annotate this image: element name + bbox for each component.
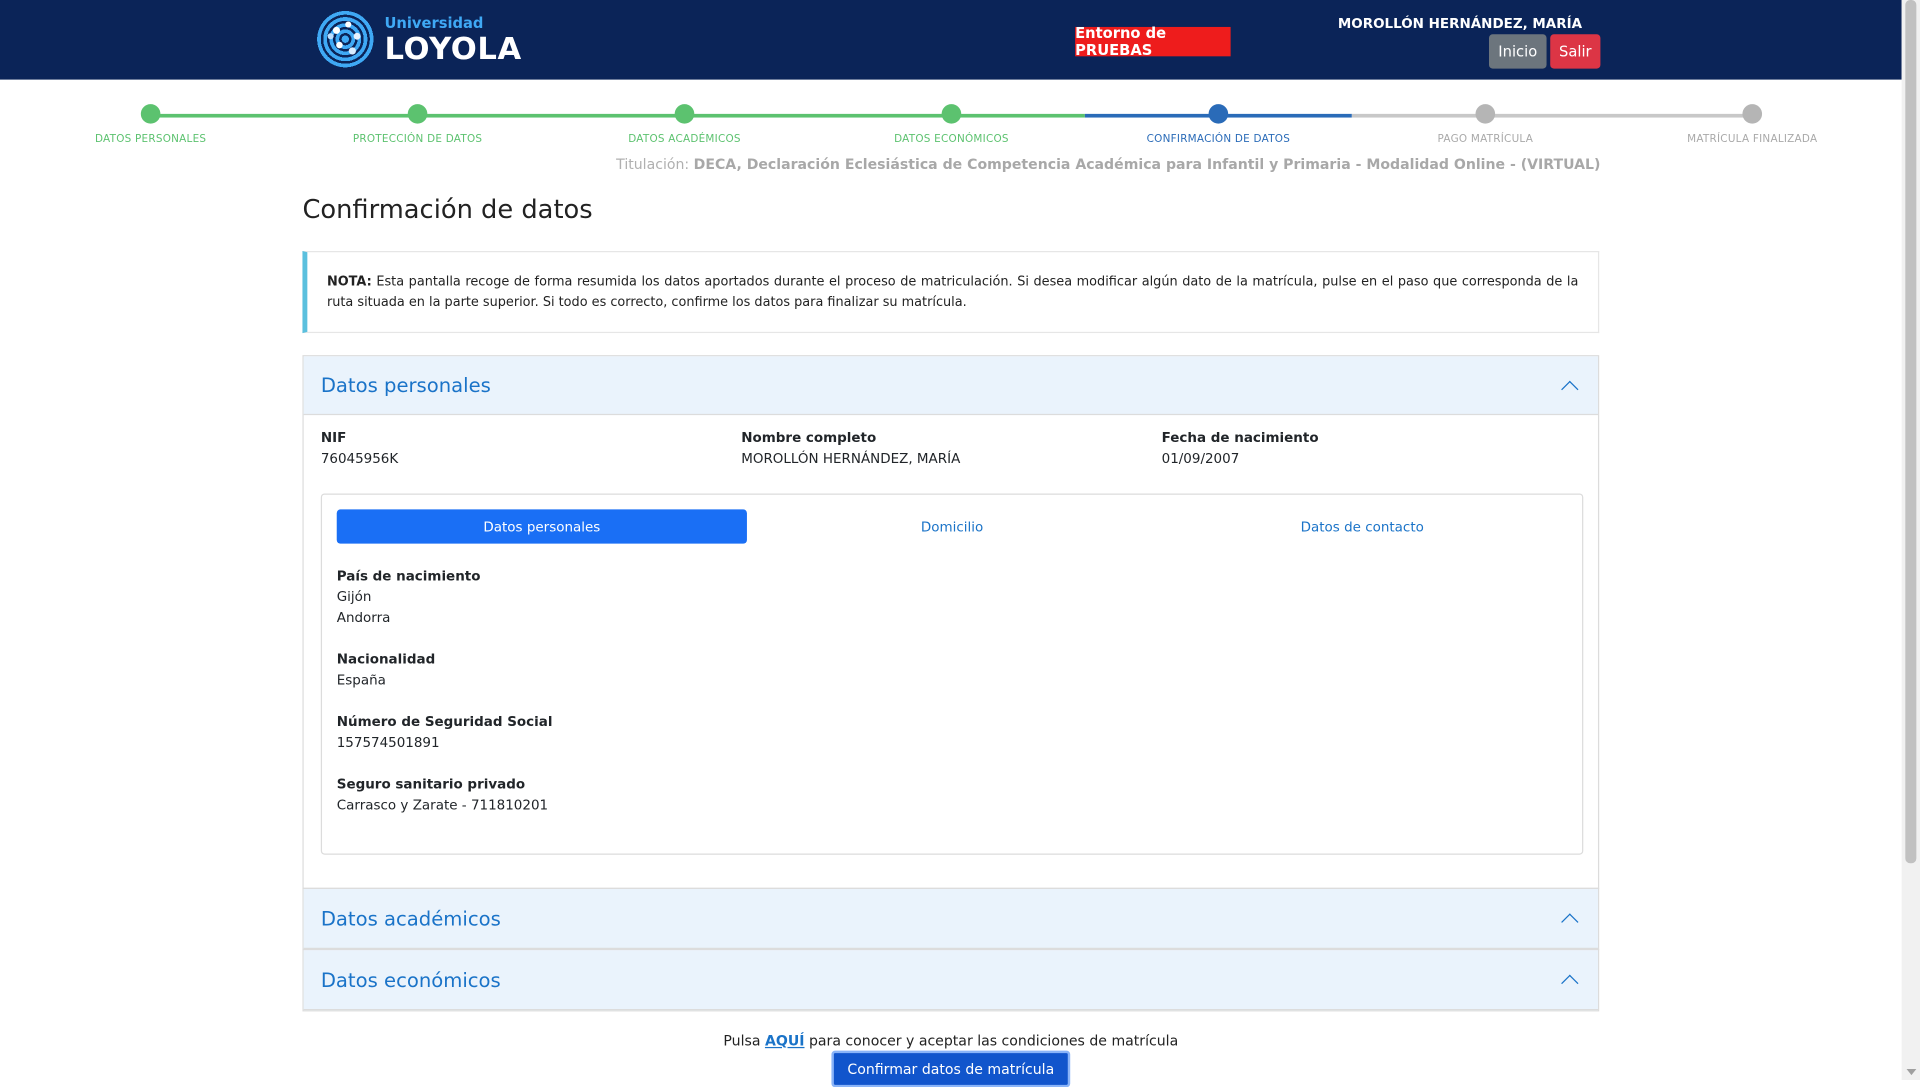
step-matricula-finalizada: MATRÍCULA FINALIZADA bbox=[1630, 103, 1875, 146]
academic-data-title: Datos académicos bbox=[320, 906, 501, 931]
tab-datos-contacto[interactable]: Datos de contacto bbox=[1157, 509, 1567, 543]
chevron-up-icon bbox=[1561, 913, 1579, 931]
nss-label: Número de Seguridad Social bbox=[336, 713, 553, 730]
note-label: NOTA: bbox=[326, 274, 372, 289]
step-confirmacion-datos[interactable]: CONFIRMACIÓN DE DATOS bbox=[1096, 103, 1341, 146]
vertical-scrollbar[interactable] bbox=[1901, 0, 1920, 1081]
step-dot bbox=[407, 104, 428, 124]
scrollbar-thumb[interactable] bbox=[1905, 0, 1917, 864]
chevron-up-icon bbox=[1561, 380, 1579, 398]
personal-data-card: Datos personales NIF 76045956K Nombre co… bbox=[302, 355, 1600, 889]
step-dot bbox=[1475, 104, 1496, 124]
environment-badge: Entorno de PRUEBAS bbox=[1075, 24, 1231, 59]
conditions-post: para conocer y aceptar las condiciones d… bbox=[804, 1032, 1179, 1050]
seguro-value: Carrasco y Zarate - 711810201 bbox=[336, 797, 549, 814]
user-name: MOROLLÓN HERNÁNDEZ, MARÍA bbox=[1337, 15, 1583, 32]
logo-big-text: LOYOLA bbox=[384, 30, 522, 66]
academic-data-header[interactable]: Datos académicos bbox=[303, 888, 1598, 949]
step-label: DATOS ACADÉMICOS bbox=[628, 133, 741, 146]
pais-nacimiento-label: País de nacimiento bbox=[336, 568, 481, 585]
titulacion-value: DECA, Declaración Eclesiástica de Compet… bbox=[693, 155, 1601, 173]
step-label: DATOS PERSONALES bbox=[94, 133, 207, 146]
conditions-pre: Pulsa bbox=[723, 1032, 765, 1050]
salir-button[interactable]: Salir bbox=[1550, 34, 1601, 69]
step-dot bbox=[941, 104, 962, 124]
step-dot bbox=[140, 104, 161, 124]
economic-data-card: Datos económicos bbox=[302, 948, 1600, 1012]
inicio-button[interactable]: Inicio bbox=[1488, 34, 1547, 69]
scroll-down-arrow-icon[interactable] bbox=[1906, 1068, 1917, 1076]
globe-logo-icon bbox=[315, 9, 375, 69]
page-title: Confirmación de datos bbox=[302, 194, 593, 225]
logo-small-text: Universidad bbox=[384, 14, 484, 32]
step-dot bbox=[1742, 104, 1763, 124]
step-label: CONFIRMACIÓN DE DATOS bbox=[1146, 133, 1291, 146]
full-name-label: Nombre completo bbox=[741, 429, 877, 446]
economic-data-title: Datos económicos bbox=[320, 967, 501, 992]
step-label: PAGO MATRÍCULA bbox=[1437, 133, 1534, 146]
nacionalidad-label: Nacionalidad bbox=[336, 651, 436, 668]
seguro-label: Seguro sanitario privado bbox=[336, 776, 526, 793]
conditions-link[interactable]: AQUÍ bbox=[765, 1032, 805, 1049]
personal-data-title: Datos personales bbox=[320, 373, 491, 397]
tab-bar: Datos personales Domicilio Datos de cont… bbox=[336, 509, 1568, 544]
step-datos-academicos[interactable]: DATOS ACADÉMICOS bbox=[562, 103, 807, 146]
step-proteccion-datos[interactable]: PROTECCIÓN DE DATOS bbox=[295, 103, 540, 146]
step-dot bbox=[1208, 104, 1229, 124]
step-datos-personales[interactable]: DATOS PERSONALES bbox=[28, 103, 273, 146]
step-datos-economicos[interactable]: DATOS ECONÓMICOS bbox=[829, 103, 1074, 146]
nss-value: 157574501891 bbox=[336, 734, 440, 751]
conditions-text: Pulsa AQUÍ para conocer y aceptar las co… bbox=[0, 1032, 1902, 1049]
top-header: Universidad LOYOLA Entorno de PRUEBAS MO… bbox=[0, 0, 1902, 80]
note-text: Esta pantalla recoge de forma resumida l… bbox=[326, 274, 1579, 310]
personal-summary: NIF 76045956K Nombre completo MOROLLÓN H… bbox=[321, 430, 1582, 467]
economic-data-header[interactable]: Datos económicos bbox=[303, 950, 1598, 1011]
tab-datos-personales[interactable]: Datos personales bbox=[336, 509, 747, 544]
birth-date-value: 01/09/2007 bbox=[1161, 450, 1240, 467]
university-logo[interactable]: Universidad LOYOLA bbox=[315, 9, 522, 69]
nacionalidad-value: España bbox=[336, 672, 386, 689]
titulacion-prefix: Titulación: bbox=[616, 155, 690, 173]
step-label: DATOS ECONÓMICOS bbox=[894, 133, 1009, 146]
progress-stepper: DATOS PERSONALES PROTECCIÓN DE DATOS DAT… bbox=[0, 103, 1902, 152]
full-name-value: MOROLLÓN HERNÁNDEZ, MARÍA bbox=[741, 450, 961, 467]
step-dot bbox=[674, 104, 695, 124]
personal-tabs-panel: Datos personales Domicilio Datos de cont… bbox=[320, 493, 1584, 855]
step-label: PROTECCIÓN DE DATOS bbox=[352, 133, 483, 146]
pais-nacimiento-line1: Gijón bbox=[336, 588, 372, 605]
nif-value: 76045956K bbox=[320, 450, 399, 467]
step-label: MATRÍCULA FINALIZADA bbox=[1687, 133, 1818, 146]
pais-nacimiento-line2: Andorra bbox=[336, 609, 391, 626]
personal-fields: País de nacimiento Gijón Andorra Naciona… bbox=[337, 566, 553, 837]
academic-data-card: Datos académicos bbox=[302, 887, 1600, 951]
nif-label: NIF bbox=[320, 429, 347, 446]
info-note: NOTA: Esta pantalla recoge de forma resu… bbox=[302, 251, 1600, 334]
chevron-up-icon bbox=[1561, 974, 1579, 992]
personal-data-header[interactable]: Datos personales bbox=[303, 356, 1598, 416]
tab-domicilio[interactable]: Domicilio bbox=[747, 509, 1157, 543]
step-pago-matricula: PAGO MATRÍCULA bbox=[1363, 103, 1608, 146]
birth-date-label: Fecha de nacimiento bbox=[1161, 429, 1319, 446]
confirm-enrollment-button[interactable]: Confirmar datos de matrícula bbox=[831, 1050, 1071, 1087]
titulacion-text: Titulación: DECA, Declaración Eclesiásti… bbox=[616, 156, 1600, 173]
